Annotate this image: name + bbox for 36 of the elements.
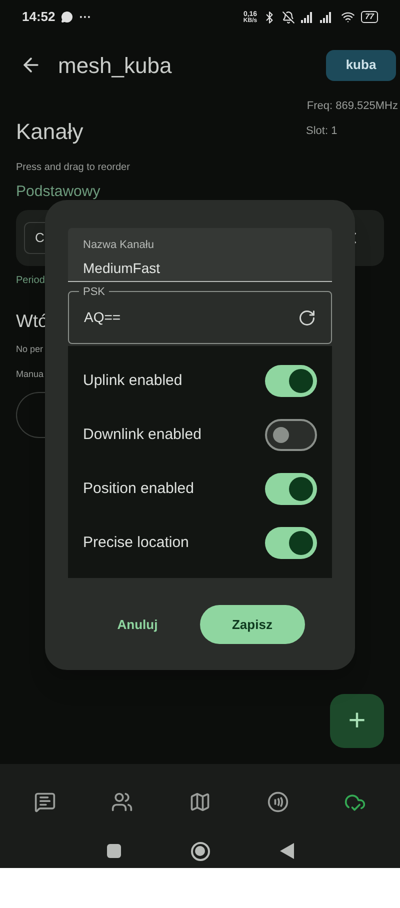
cancel-button[interactable]: Anuluj bbox=[107, 606, 168, 644]
recents-button[interactable] bbox=[106, 844, 120, 858]
map-icon bbox=[188, 791, 211, 813]
secondary-text: Manua bbox=[15, 368, 45, 381]
clock-time: 14:52 bbox=[22, 8, 56, 26]
toggle-label: Downlink enabled bbox=[83, 424, 202, 445]
more-notifications: ··· bbox=[79, 9, 92, 26]
toggle-switch[interactable] bbox=[265, 365, 317, 397]
name-input-field[interactable]: Nazwa Kanału MediumFast bbox=[68, 228, 332, 282]
secondary-text: No per bbox=[15, 342, 44, 356]
signal-circle-icon bbox=[266, 791, 289, 813]
toggle-switch[interactable] bbox=[265, 527, 317, 559]
toggle-switch[interactable] bbox=[265, 419, 317, 451]
chat-icon bbox=[34, 791, 56, 813]
toggle-label: Uplink enabled bbox=[83, 370, 184, 391]
refresh-icon[interactable] bbox=[298, 308, 316, 326]
profile-button[interactable]: kuba bbox=[326, 50, 396, 80]
save-button[interactable]: Zapisz bbox=[200, 605, 305, 644]
wifi-icon bbox=[341, 10, 356, 24]
home-button[interactable] bbox=[190, 842, 210, 860]
slot-text: Slot: 1 bbox=[306, 124, 338, 138]
toggle-label: Position enabled bbox=[83, 478, 195, 499]
muted-bell-icon bbox=[282, 10, 296, 24]
back-triangle-icon[interactable] bbox=[280, 843, 294, 859]
toggle-label: Precise location bbox=[83, 532, 190, 553]
toggle-switch[interactable] bbox=[265, 473, 317, 505]
channel-group-label: Podstawowy bbox=[15, 182, 102, 202]
period-text: Period bbox=[15, 274, 46, 288]
messenger-icon bbox=[61, 11, 74, 23]
people-icon bbox=[111, 791, 134, 813]
section-title: Kanały bbox=[15, 118, 84, 146]
screen-title: mesh_kuba bbox=[58, 52, 172, 80]
add-button[interactable]: + bbox=[330, 694, 384, 748]
battery-indicator: 77 bbox=[361, 11, 378, 23]
frequency-text: Freq: 869.525MHz bbox=[306, 99, 398, 114]
hint-text: Press and drag to reorder bbox=[15, 161, 131, 175]
